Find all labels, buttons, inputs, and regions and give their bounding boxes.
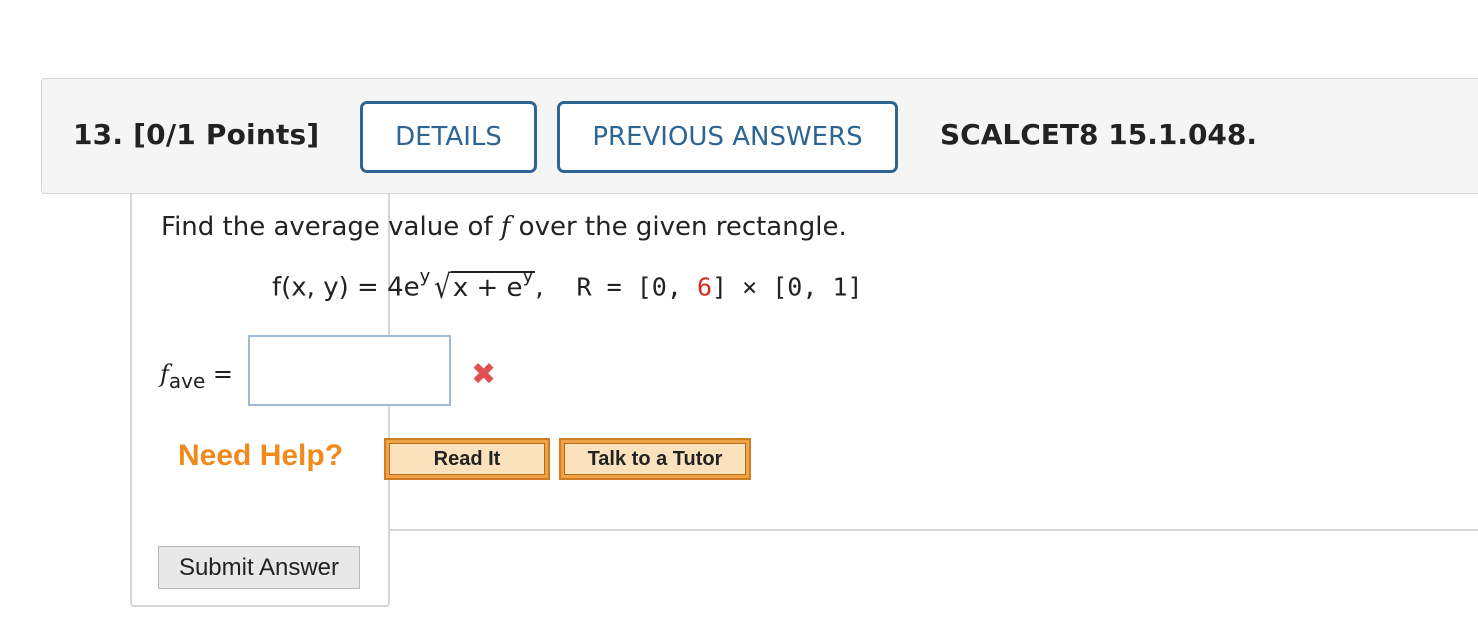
need-help-label: Need Help? <box>178 439 344 472</box>
exponent-1: y <box>419 266 431 287</box>
radicand-base: x + e <box>452 272 523 303</box>
prompt-text-start: Find the average value of <box>161 212 501 242</box>
answer-label-f: f <box>160 360 169 388</box>
details-button[interactable]: DETAILS <box>360 101 537 173</box>
radical-icon: √ <box>434 268 451 307</box>
incorrect-x-icon: ✖ <box>471 357 497 392</box>
coefficient: 4e <box>387 272 420 303</box>
previous-answers-button[interactable]: PREVIOUS ANSWERS <box>557 101 898 173</box>
function-lhs: f(x, y) <box>272 272 349 303</box>
separator: , <box>535 272 544 303</box>
question-prompt: Find the average value of f over the giv… <box>161 212 847 242</box>
course-code: SCALCET8 15.1.048. <box>940 118 1258 151</box>
region-start: R = [0, <box>576 272 697 302</box>
submit-answer-button[interactable]: Submit Answer <box>158 546 360 589</box>
prompt-var: f <box>500 212 511 242</box>
function-formula: f(x, y) = 4ey √x + ey, R = [0, 6] × [0, 1… <box>272 266 863 306</box>
prompt-text-end: over the given rectangle. <box>510 212 847 242</box>
answer-label: fave = <box>160 360 233 393</box>
read-it-button[interactable]: Read It <box>384 438 550 480</box>
read-it-label: Read It <box>389 443 545 475</box>
region: R = [0, 6] × [0, 1] <box>577 273 863 302</box>
answer-label-sub: ave <box>168 368 206 393</box>
region-highlight-value: 6 <box>696 272 713 302</box>
question-number-points: 13. [0/1 Points] <box>73 118 320 151</box>
divider-line <box>388 529 1478 531</box>
square-root: √x + ey <box>430 266 536 306</box>
region-end: ] × [0, 1] <box>712 272 863 302</box>
equals-sign: = <box>348 272 388 303</box>
talk-to-tutor-button[interactable]: Talk to a Tutor <box>559 438 751 480</box>
exponent-2: y <box>522 266 534 287</box>
talk-to-tutor-label: Talk to a Tutor <box>564 443 746 475</box>
radicand: x + ey <box>450 266 536 303</box>
answer-label-eq: = <box>205 360 234 388</box>
answer-input[interactable] <box>248 335 451 406</box>
